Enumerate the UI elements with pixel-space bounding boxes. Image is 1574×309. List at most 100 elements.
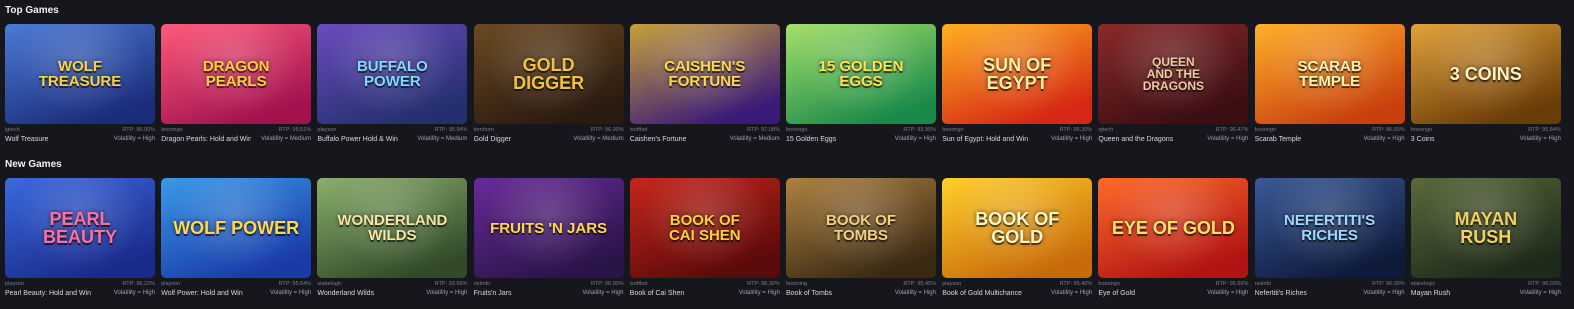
game-card[interactable]: Wolf Treasure igtech Wolf Treasure RTP: 96.… [5,24,155,150]
game-logo-text: Nefertiti's Riches [1284,212,1376,244]
game-logo-text: Pearl Beauty [42,209,117,247]
game-thumbnail[interactable]: Sun of Egypt [942,24,1093,124]
game-card[interactable]: Gold Digger tomhorn Gold Digger RTP: 96.00%… [473,24,624,150]
game-volatility: Volatility = Medium [417,136,468,142]
game-thumbnail[interactable]: Queen and the Dragons [1098,24,1249,124]
game-stats: RTP: 95.40% Volatility = High [1014,281,1092,299]
game-volatility: Volatility = High [1050,136,1093,142]
game-logo-text: Wonderland Wilds [337,212,448,244]
game-card[interactable]: Nefertiti's Riches netinfo Nefertiti's Ric… [1254,178,1405,304]
game-volatility: Volatility = High [738,290,780,296]
game-stats: RTP: 95.51% Volatility = Medium [233,127,311,145]
game-thumbnail[interactable]: Scarab Temple [1254,24,1405,124]
game-logo-text: Wolf Treasure [38,58,122,90]
game-logo-text: Mayan Rush [1454,209,1518,247]
game-card[interactable]: Sun of Egypt booongo Sun of Egypt: Hold an… [942,24,1093,150]
game-thumbnail[interactable]: Wolf Treasure [5,24,155,124]
game-card[interactable]: Wonderland Wilds stakelogic Wonderland Wil… [317,178,468,304]
game-logo-text: Scarab Temple [1297,58,1362,90]
game-stats: RTP: 95.64% Volatility = High [233,281,311,299]
game-card[interactable]: Pearl Beauty playson Pearl Beauty: Hold an… [5,178,155,304]
game-rtp: RTP: 96.22% [122,281,155,287]
game-volatility: Volatility = High [582,290,624,296]
game-volatility: Volatility = Medium [729,136,780,142]
game-stats: RTP: 97.08% Volatility = Medium [702,127,780,145]
game-rtp: RTP: 96.00% [590,281,624,287]
game-volatility: Volatility = High [1050,290,1093,296]
game-thumbnail[interactable]: Buffalo Power [317,24,468,124]
game-volatility: Volatility = High [1363,290,1405,296]
game-rtp: RTP: 96.00% [1371,127,1405,133]
game-volatility: Volatility = High [894,136,936,142]
game-rtp: RTP: 93.95% [903,127,936,133]
game-rtp: RTP: 95.51% [278,127,312,133]
game-rtp: RTP: 95.84% [1528,127,1561,133]
game-card[interactable]: Eye of Gold booongo Eye of Gold RTP: 95.69%… [1098,178,1249,304]
game-logo-text: Caishen's Fortune [664,58,746,90]
game-thumbnail[interactable]: Fruits 'n Jars [473,178,624,278]
game-thumbnail[interactable]: Wolf Power [161,178,312,278]
game-volatility: Volatility = High [1207,290,1249,296]
game-rtp: RTP: 95.40% [1059,281,1093,287]
game-stats: RTP: 95.69% Volatility = High [1170,281,1248,299]
game-thumbnail[interactable]: 3 Coins [1410,24,1561,124]
game-thumbnail[interactable]: Eye of Gold [1098,178,1249,278]
game-thumbnail[interactable]: Dragon Pearls [161,24,312,124]
game-volatility: Volatility = High [1519,136,1561,142]
game-thumbnail[interactable]: Caishen's Fortune [629,24,780,124]
game-card[interactable]: Dragon Pearls booongo Dragon Pearls: Hold … [161,24,312,150]
game-rtp: RTP: 95.30% [1059,127,1093,133]
game-thumbnail[interactable]: Gold Digger [473,24,624,124]
game-card[interactable]: Mayan Rush stakelogic Mayan Rush RTP: 96.03… [1410,178,1561,304]
game-volatility: Volatility = High [269,290,312,296]
game-card[interactable]: 3 Coins booongo 3 Coins RTP: 95.84% Volatili… [1410,24,1561,150]
game-rtp: RTP: 95.69% [1215,281,1249,287]
game-card[interactable]: Wolf Power playson Wolf Power: Hold and Wi… [161,178,312,304]
game-stats: RTP: 95.30% Volatility = High [1014,127,1092,145]
game-logo-text: Fruits 'n Jars [490,219,608,237]
game-thumbnail[interactable]: Book of Tombs [786,178,936,278]
game-thumbnail[interactable]: Mayan Rush [1410,178,1561,278]
game-stats: RTP: 96.22% Volatility = High [77,281,155,299]
game-logo-text: 3 Coins [1449,64,1522,84]
game-card[interactable]: Scarab Temple booongo Scarab Temple RTP: 96… [1254,24,1405,150]
section-title-top-games: Top Games [5,5,59,16]
game-stats: RTP: 96.47% Volatility = High [1170,127,1248,145]
game-rtp: RTP: 96.47% [1215,127,1249,133]
game-volatility: Volatility = High [113,290,155,296]
game-logo-text: Sun of Egypt [983,55,1052,93]
game-thumbnail[interactable]: Book of Cai Shen [629,178,780,278]
game-stats: RTP: 96.00% Volatility = High [77,127,155,145]
game-volatility: Volatility = Medium [260,136,312,142]
game-logo-text: Book of Gold [975,209,1060,247]
game-stats: RTP: 93.59% Volatility = High [389,281,467,299]
game-rtp: RTP: 95.45% [903,281,936,287]
game-logo-text: Buffalo Power [356,58,428,90]
game-logo-text: Gold Digger [513,55,585,93]
game-rtp: RTP: 96.03% [1528,281,1561,287]
game-stats: RTP: 95.45% Volatility = High [858,281,936,299]
game-volatility: Volatility = High [113,136,155,142]
game-logo-text: Dragon Pearls [202,58,270,90]
game-card[interactable]: Caishen's Fortune isoftbet Caishen's Fortu… [629,24,780,150]
game-thumbnail[interactable]: Wonderland Wilds [317,178,468,278]
game-stats: RTP: 93.95% Volatility = High [858,127,936,145]
game-card[interactable]: Fruits 'n Jars netinfo Fruits'n Jars RTP: 9… [473,178,624,304]
game-rtp: RTP: 96.00% [590,127,624,133]
game-card[interactable]: 15 Golden Eggs booongo 15 Golden Eggs RTP: … [786,24,936,150]
game-card[interactable]: Book of Tombs booming Book of Tombs RTP: 95… [786,178,936,304]
game-thumbnail[interactable]: Book of Gold [942,178,1093,278]
game-thumbnail[interactable]: Nefertiti's Riches [1254,178,1405,278]
game-rtp: RTP: 96.00% [122,127,155,133]
game-thumbnail[interactable]: Pearl Beauty [5,178,155,278]
game-card[interactable]: Book of Gold playson Book of Gold Multicha… [942,178,1093,304]
game-card[interactable]: Book of Cai Shen isoftbet Book of Cai Shen… [629,178,780,304]
game-rtp: RTP: 93.59% [434,281,468,287]
game-volatility: Volatility = Medium [573,136,624,142]
game-stats: RTP: 95.94% Volatility = Medium [389,127,467,145]
game-thumbnail[interactable]: 15 Golden Eggs [786,24,936,124]
game-volatility: Volatility = High [1519,290,1561,296]
game-volatility: Volatility = High [426,290,468,296]
game-card[interactable]: Buffalo Power playson Buffalo Power Hold &… [317,24,468,150]
game-card[interactable]: Queen and the Dragons igtech Queen and the… [1098,24,1249,150]
